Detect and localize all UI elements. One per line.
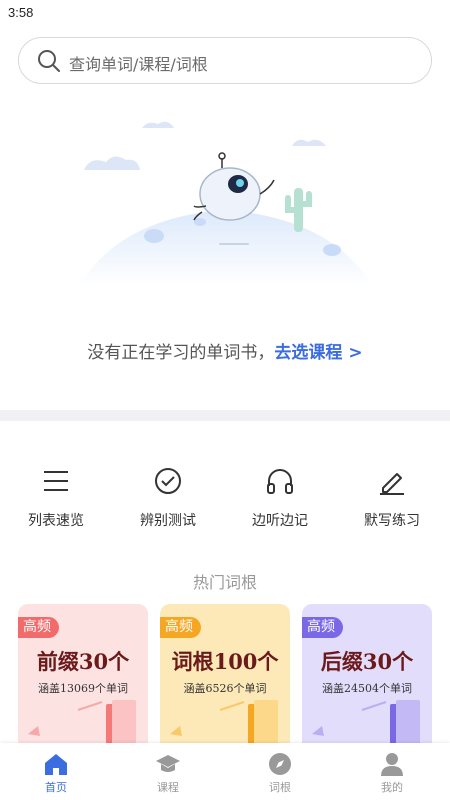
tab-label: 词根 bbox=[269, 781, 291, 794]
status-bar: 3:58 bbox=[0, 0, 450, 26]
headphones-icon bbox=[267, 469, 293, 494]
search-input[interactable]: 查询单词/课程/词根 bbox=[18, 37, 432, 84]
card-tag: 高频 bbox=[160, 617, 201, 638]
tab-home[interactable]: 首页 bbox=[0, 751, 112, 795]
compass-icon bbox=[269, 753, 291, 775]
tab-label: 首页 bbox=[45, 781, 67, 794]
tab-roots[interactable]: 词根 bbox=[224, 751, 336, 795]
choose-course-link[interactable]: 去选课程 > bbox=[274, 343, 362, 363]
section-divider bbox=[0, 410, 450, 421]
tab-courses[interactable]: 课程 bbox=[112, 751, 224, 795]
card-subtitle: 涵盖6526个单词 bbox=[183, 682, 267, 695]
search-placeholder: 查询单词/课程/词根 bbox=[69, 55, 208, 74]
tab-label: 我的 bbox=[381, 781, 403, 794]
tool-row: 列表速览 辨别测试 边听边记 默写练习 bbox=[0, 462, 450, 532]
empty-state-message: 没有正在学习的单词书， bbox=[87, 343, 275, 363]
card-subtitle: 涵盖24504个单词 bbox=[322, 682, 412, 695]
hot-roots-title: 热门词根 bbox=[192, 573, 257, 592]
tab-label: 课程 bbox=[157, 781, 179, 794]
tool-label: 默写练习 bbox=[364, 513, 420, 529]
home-icon bbox=[45, 754, 67, 775]
card-root[interactable]: 高频 词根100个 涵盖6526个单词 bbox=[160, 604, 290, 754]
bottom-tab-bar: 首页 课程 词根 我的 bbox=[0, 743, 450, 800]
card-prefix[interactable]: 高频 前缀30个 涵盖13069个单词 bbox=[18, 604, 148, 754]
tab-profile[interactable]: 我的 bbox=[336, 751, 448, 795]
tool-label: 列表速览 bbox=[28, 513, 84, 529]
card-suffix[interactable]: 高频 后缀30个 涵盖24504个单词 bbox=[302, 604, 432, 754]
card-tag: 高频 bbox=[302, 617, 343, 638]
graduation-cap-icon bbox=[156, 755, 180, 772]
tool-list-overview[interactable]: 列表速览 bbox=[0, 462, 112, 530]
tool-label: 边听边记 bbox=[252, 513, 308, 529]
check-circle-icon bbox=[155, 468, 181, 494]
card-subtitle: 涵盖13069个单词 bbox=[38, 682, 128, 695]
card-title: 前缀30个 bbox=[36, 649, 130, 674]
empty-state-illustration bbox=[80, 121, 372, 285]
user-icon bbox=[381, 753, 403, 776]
tool-discrimination-test[interactable]: 辨别测试 bbox=[112, 462, 224, 530]
empty-state-text: 没有正在学习的单词书，去选课程 > bbox=[0, 338, 450, 363]
card-tag: 高频 bbox=[18, 617, 59, 638]
pencil-icon bbox=[380, 473, 404, 495]
card-title: 词根100个 bbox=[171, 649, 279, 674]
tool-label: 辨别测试 bbox=[140, 513, 196, 529]
list-icon bbox=[44, 471, 68, 491]
search-icon bbox=[38, 50, 60, 72]
status-time: 3:58 bbox=[8, 5, 34, 20]
tool-dictation-practice[interactable]: 默写练习 bbox=[336, 462, 448, 530]
tool-listen-memorize[interactable]: 边听边记 bbox=[224, 462, 336, 530]
card-title: 后缀30个 bbox=[320, 649, 414, 674]
